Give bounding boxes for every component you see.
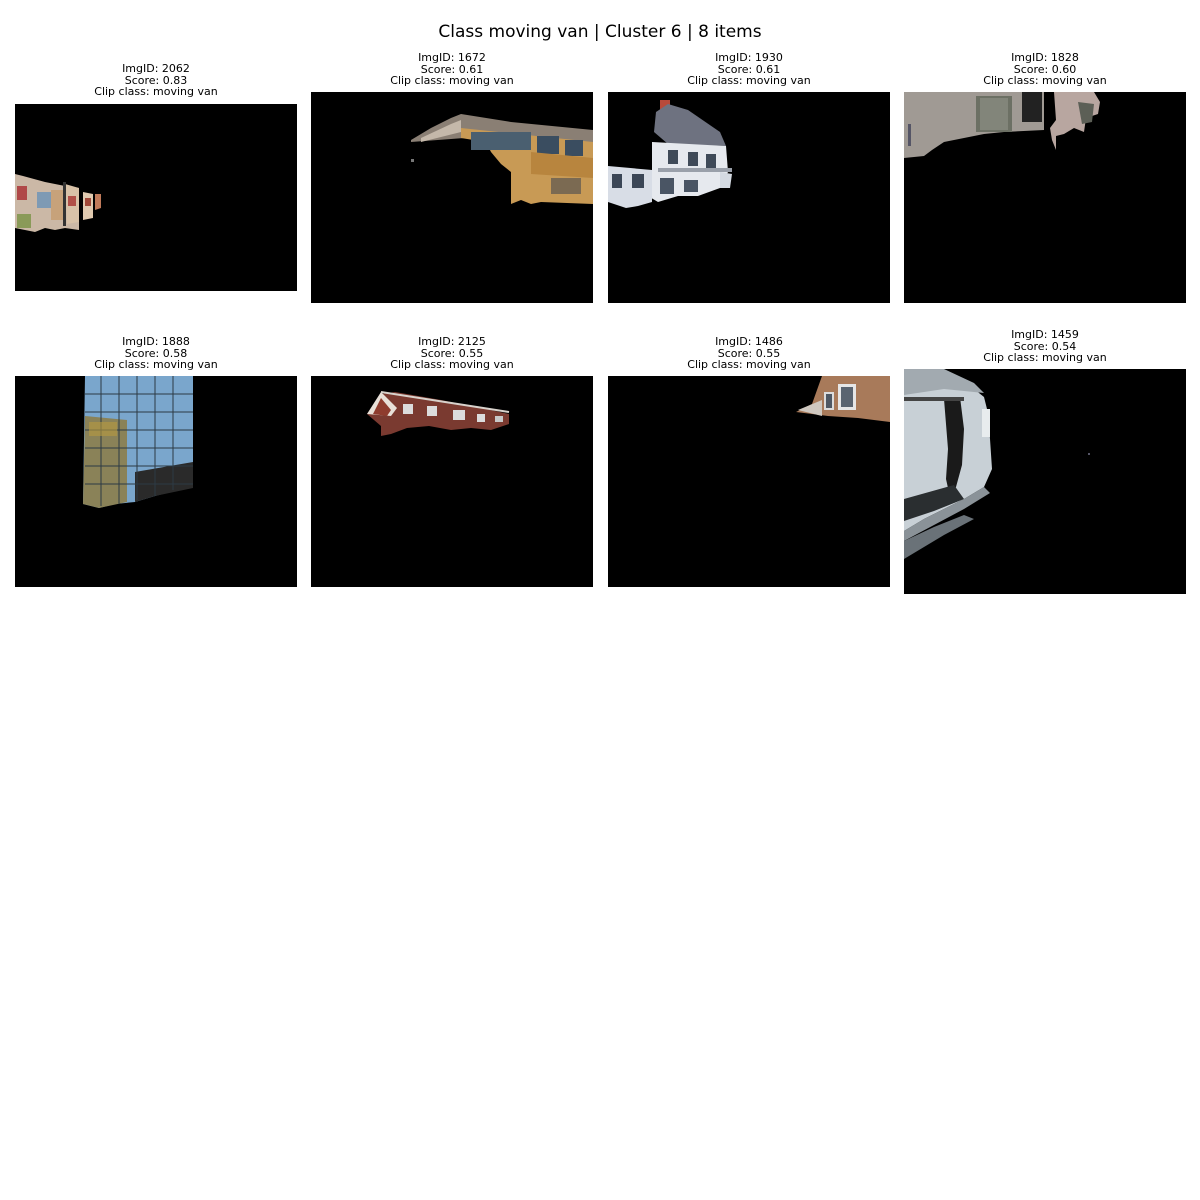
panel-caption: ImgID: 2062 Score: 0.83 Clip class: movi…: [15, 63, 297, 98]
img-id-label: ImgID: 1888: [122, 335, 190, 348]
masked-image: [311, 92, 593, 303]
clip-class-label: Clip class: moving van: [983, 74, 1107, 87]
panel-caption: ImgID: 1888 Score: 0.58 Clip class: movi…: [15, 336, 297, 371]
masked-bungalow-image: [311, 376, 593, 587]
panel-caption: ImgID: 1828 Score: 0.60 Clip class: movi…: [904, 52, 1186, 87]
img-id-label: ImgID: 1672: [418, 51, 486, 64]
img-id-label: ImgID: 1930: [715, 51, 783, 64]
masked-image: [311, 376, 593, 587]
clip-class-label: Clip class: moving van: [687, 74, 811, 87]
clip-class-label: Clip class: moving van: [983, 351, 1107, 364]
img-id-label: ImgID: 2125: [418, 335, 486, 348]
masked-image: [15, 376, 297, 587]
masked-image: [608, 92, 890, 303]
masked-facade-image: [904, 92, 1186, 303]
img-id-label: ImgID: 1486: [715, 335, 783, 348]
masked-image: [904, 369, 1186, 594]
clip-class-label: Clip class: moving van: [94, 358, 218, 371]
masked-glass-tower-image: [15, 376, 297, 587]
masked-buildings-image: [15, 104, 297, 291]
clip-class-label: Clip class: moving van: [390, 358, 514, 371]
masked-house-image: [608, 92, 890, 303]
clip-class-label: Clip class: moving van: [687, 358, 811, 371]
img-id-label: ImgID: 1828: [1011, 51, 1079, 64]
masked-image: [608, 376, 890, 587]
img-id-label: ImgID: 2062: [122, 62, 190, 75]
panel-caption: ImgID: 1459 Score: 0.54 Clip class: movi…: [904, 329, 1186, 364]
panel-caption: ImgID: 1486 Score: 0.55 Clip class: movi…: [608, 336, 890, 371]
masked-brick-image: [608, 376, 890, 587]
masked-wall-image: [904, 369, 1186, 594]
panel-caption: ImgID: 1672 Score: 0.61 Clip class: movi…: [311, 52, 593, 87]
clip-class-label: Clip class: moving van: [390, 74, 514, 87]
masked-image: [904, 92, 1186, 303]
masked-motel-image: [311, 92, 593, 303]
masked-image: [15, 104, 297, 291]
clip-class-label: Clip class: moving van: [94, 85, 218, 98]
panel-caption: ImgID: 2125 Score: 0.55 Clip class: movi…: [311, 336, 593, 371]
panel-caption: ImgID: 1930 Score: 0.61 Clip class: movi…: [608, 52, 890, 87]
img-id-label: ImgID: 1459: [1011, 328, 1079, 341]
figure-title: Class moving van | Cluster 6 | 8 items: [438, 22, 762, 42]
